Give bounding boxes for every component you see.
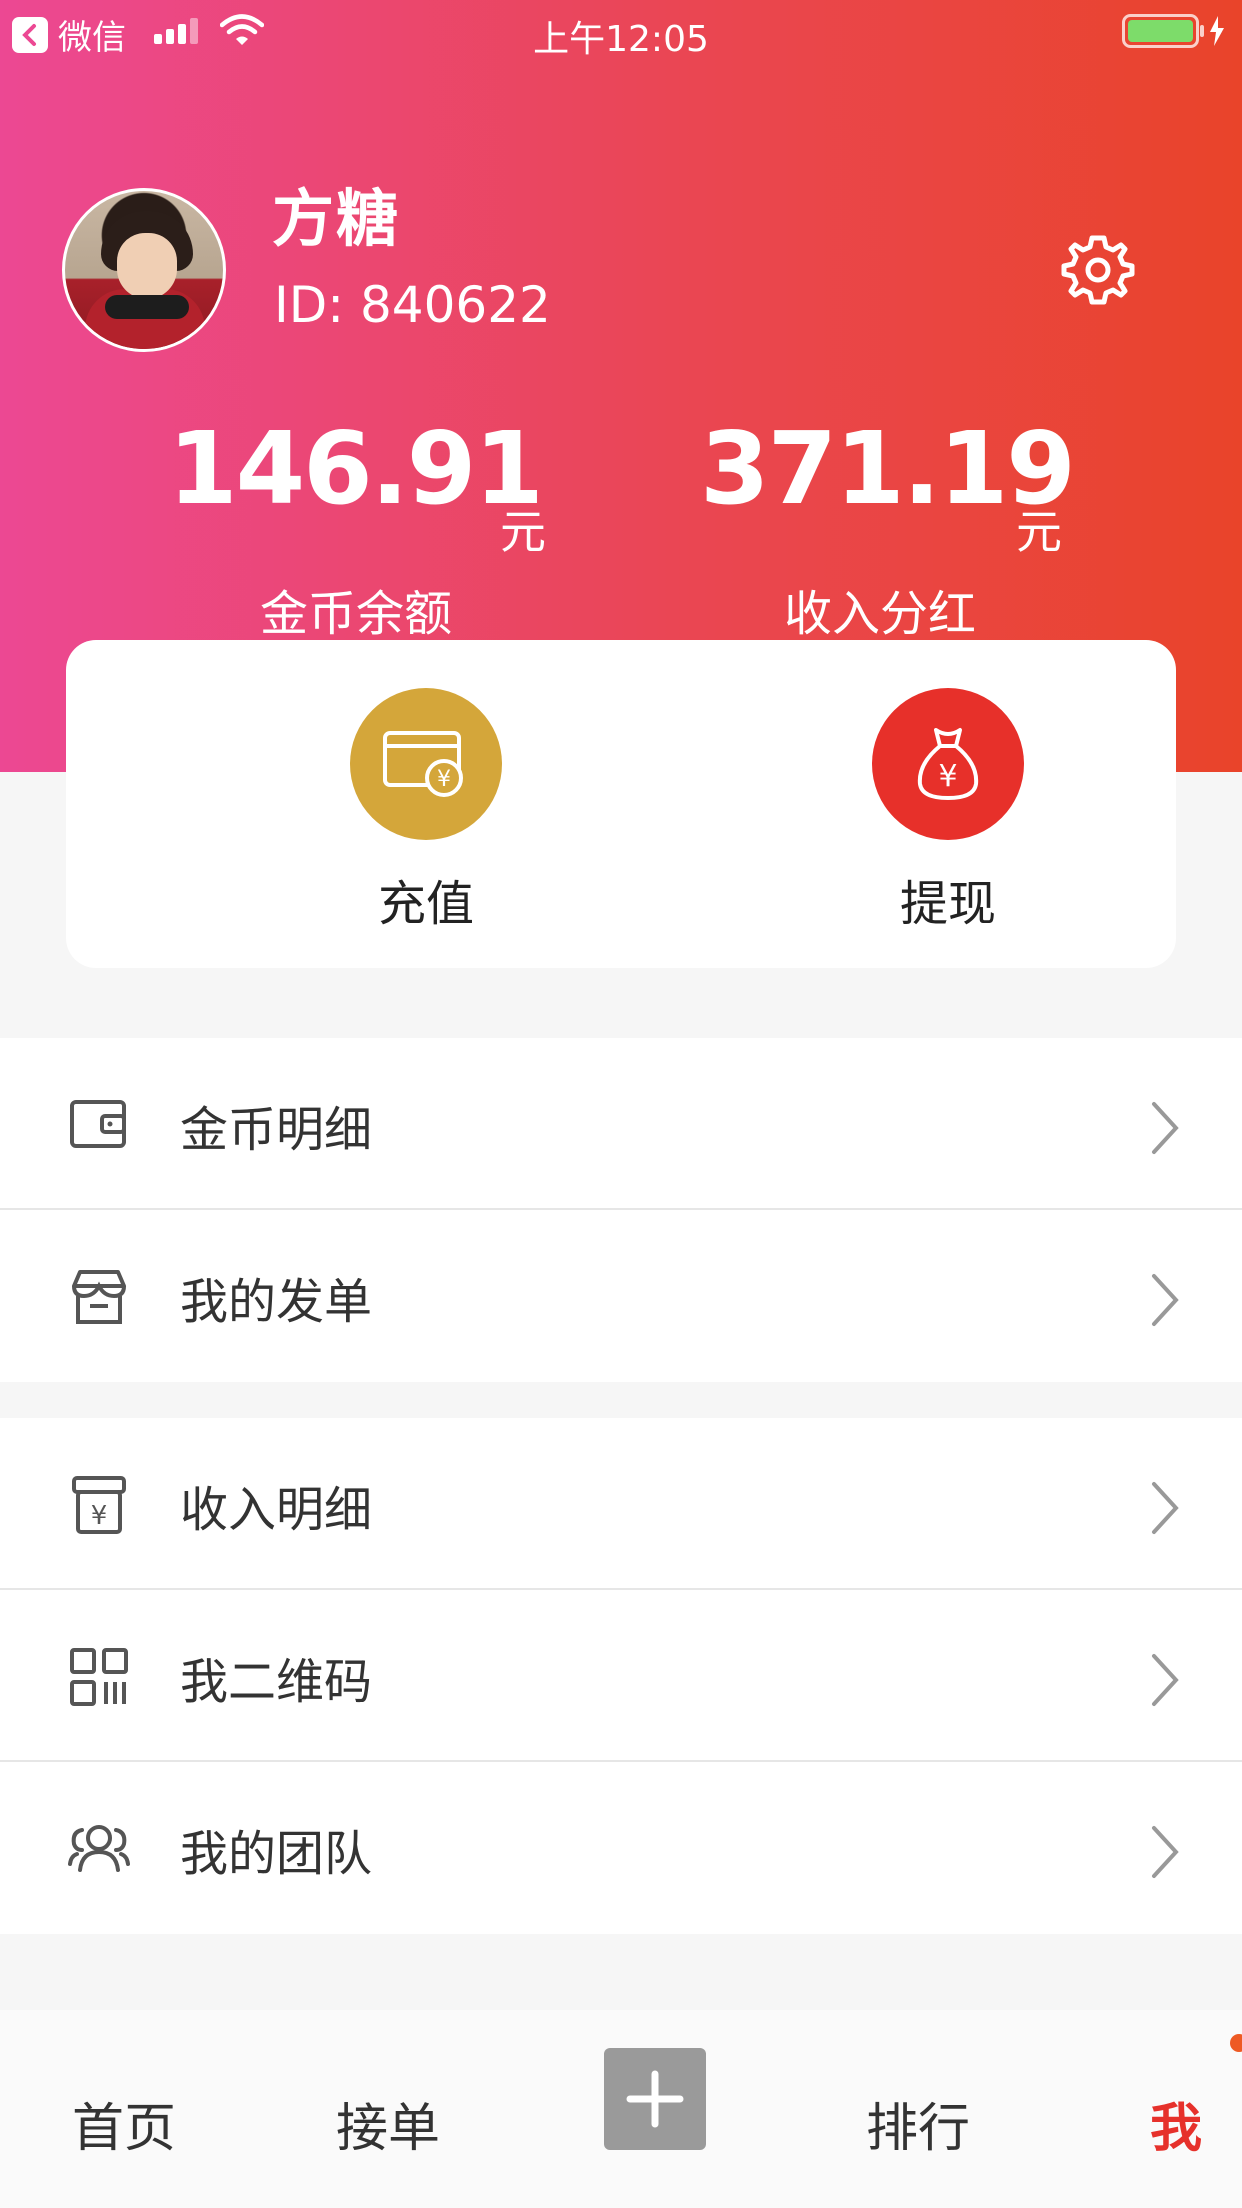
- status-bar: 微信 上午12:05: [0, 0, 1242, 60]
- menu-item-my-orders[interactable]: 我的发单: [0, 1210, 1242, 1382]
- coin-balance-label: 金币余额: [260, 586, 453, 642]
- tab-home[interactable]: 首页: [72, 2086, 176, 2161]
- wallet-icon: [68, 1094, 130, 1156]
- coin-balance-value: 146.91: [168, 410, 544, 527]
- bottom-tab-bar: 首页 接单 排行 我: [0, 2010, 1242, 2208]
- tab-orders[interactable]: 接单: [336, 2086, 440, 2161]
- user-avatar[interactable]: [62, 188, 226, 352]
- income-bonus-label: 收入分红: [784, 586, 977, 642]
- tab-me[interactable]: 我: [1150, 2086, 1202, 2161]
- menu-item-my-team[interactable]: 我的团队: [0, 1762, 1242, 1934]
- wallet-actions-card: ¥ 充值 ¥ 提现: [66, 640, 1176, 968]
- chevron-right-icon: [1148, 1824, 1182, 1880]
- add-post-button[interactable]: [604, 2048, 706, 2150]
- menu-item-coin-details[interactable]: 金币明细: [0, 1038, 1242, 1210]
- tab-ranking[interactable]: 排行: [866, 2086, 970, 2161]
- settings-gear-icon[interactable]: [1058, 230, 1138, 310]
- store-icon: [68, 1266, 130, 1328]
- coin-balance-unit: 元: [500, 505, 546, 559]
- chevron-right-icon: [1148, 1100, 1182, 1156]
- svg-text:¥: ¥: [437, 767, 451, 792]
- battery-icon: [1122, 14, 1226, 48]
- chevron-right-icon: [1148, 1272, 1182, 1328]
- withdraw-button[interactable]: ¥ 提现: [838, 688, 1058, 934]
- user-name: 方糖: [272, 182, 401, 255]
- menu-label: 我二维码: [180, 1654, 373, 1710]
- menu-label: 我的发单: [180, 1274, 373, 1330]
- money-bag-icon: ¥: [872, 688, 1024, 840]
- menu-label: 收入明细: [180, 1482, 373, 1538]
- recharge-button[interactable]: ¥ 充值: [316, 688, 536, 934]
- menu-group-income: ¥ 收入明细 我二维码 我的团队: [0, 1418, 1242, 1934]
- chevron-right-icon: [1148, 1480, 1182, 1536]
- income-receipt-icon: ¥: [68, 1474, 130, 1536]
- menu-group-wallet: 金币明细 我的发单: [0, 1038, 1242, 1382]
- plus-icon: [626, 2070, 684, 2128]
- clock: 上午12:05: [533, 19, 709, 60]
- income-bonus-unit: 元: [1016, 505, 1062, 559]
- user-id: ID: 840622: [274, 276, 551, 334]
- withdraw-label: 提现: [899, 876, 996, 932]
- qrcode-icon: [68, 1646, 130, 1708]
- recharge-card-icon: ¥: [350, 688, 502, 840]
- menu-item-my-qrcode[interactable]: 我二维码: [0, 1590, 1242, 1762]
- menu-label: 我的团队: [180, 1826, 373, 1882]
- chevron-right-icon: [1148, 1652, 1182, 1708]
- svg-text:¥: ¥: [91, 1501, 108, 1531]
- svg-text:¥: ¥: [938, 759, 957, 794]
- menu-item-income-details[interactable]: ¥ 收入明细: [0, 1418, 1242, 1590]
- team-icon: [68, 1818, 130, 1880]
- notification-dot: [1230, 2034, 1242, 2052]
- recharge-label: 充值: [377, 876, 474, 932]
- menu-label: 金币明细: [180, 1102, 373, 1158]
